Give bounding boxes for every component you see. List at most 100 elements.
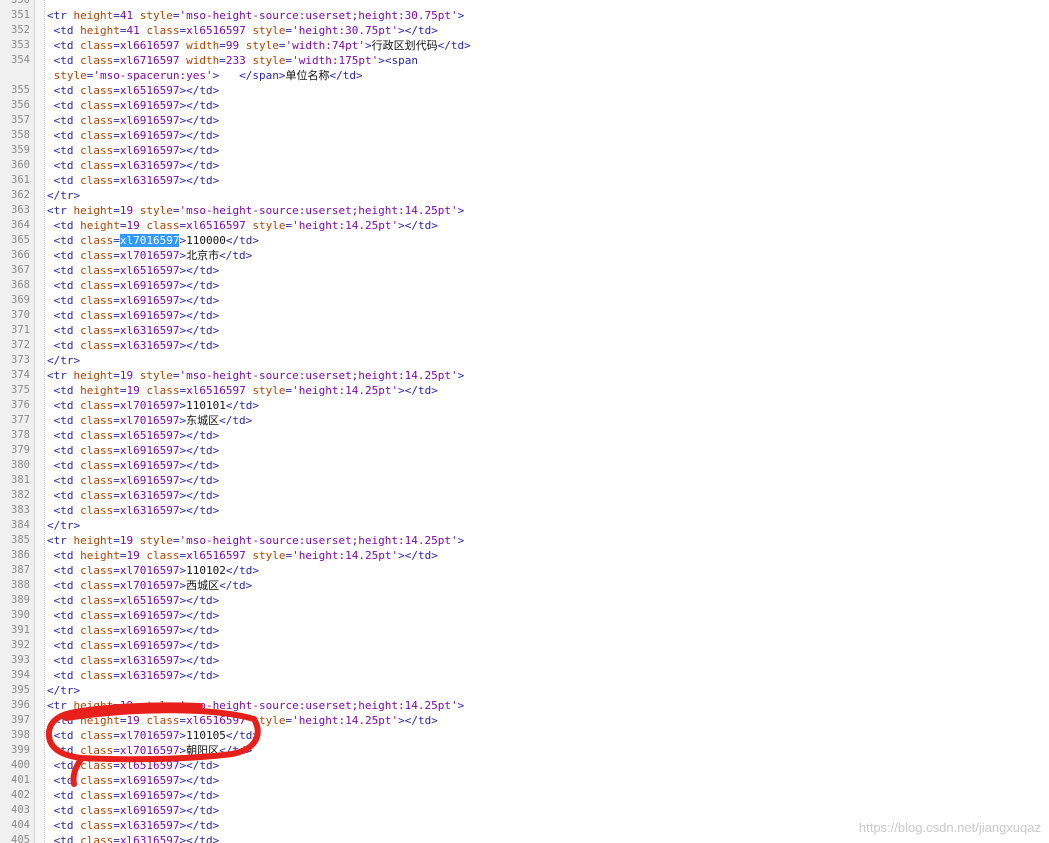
- code-line[interactable]: 361 <td class=xl6316597></td>: [0, 173, 1049, 188]
- code-text[interactable]: <td class=xl6516597></td>: [47, 593, 220, 608]
- code-line[interactable]: 385 <tr height=19 style='mso-height-sourc…: [0, 533, 1049, 548]
- code-text[interactable]: <td height=41 class=xl6516597 style='hei…: [47, 23, 438, 38]
- code-text[interactable]: <td height=19 class=xl6516597 style='hei…: [47, 713, 438, 728]
- code-line[interactable]: 380 <td class=xl6916597></td>: [0, 458, 1049, 473]
- code-text[interactable]: <td class=xl6516597></td>: [47, 758, 220, 773]
- code-text[interactable]: <tr height=19 style='mso-height-source:u…: [47, 368, 464, 383]
- code-text[interactable]: <td class=xl6316597></td>: [47, 338, 220, 353]
- code-text[interactable]: <td class=xl6916597></td>: [47, 623, 220, 638]
- code-text[interactable]: <td class=xl6916597></td>: [47, 308, 220, 323]
- code-line[interactable]: 356 <td class=xl6916597></td>: [0, 98, 1049, 113]
- code-line[interactable]: 396 <tr height=19 style='mso-height-sourc…: [0, 698, 1049, 713]
- code-line[interactable]: 354 <td class=xl6716597 width=233 style=…: [0, 53, 1049, 68]
- code-text[interactable]: </tr>: [47, 353, 80, 368]
- code-line[interactable]: 374 <tr height=19 style='mso-height-sourc…: [0, 368, 1049, 383]
- code-text[interactable]: <td class=xl6516597></td>: [47, 263, 220, 278]
- code-text[interactable]: <td class=xl6616597 width=99 style='widt…: [47, 38, 471, 53]
- code-line[interactable]: 389 <td class=xl6516597></td>: [0, 593, 1049, 608]
- code-line[interactable]: 382 <td class=xl6316597></td>: [0, 488, 1049, 503]
- code-text[interactable]: <td class=xl6316597></td>: [47, 488, 220, 503]
- code-line[interactable]: 353 <td class=xl6616597 width=99 style='…: [0, 38, 1049, 53]
- code-text[interactable]: <td class=xl6316597></td>: [47, 833, 220, 843]
- code-line[interactable]: 390 <td class=xl6916597></td>: [0, 608, 1049, 623]
- code-line[interactable]: 399 <td class=xl7016597>朝阳区</td>: [0, 743, 1049, 758]
- code-line[interactable]: 393 <td class=xl6316597></td>: [0, 653, 1049, 668]
- code-line[interactable]: 403 <td class=xl6916597></td>: [0, 803, 1049, 818]
- code-text[interactable]: <td class=xl6316597></td>: [47, 503, 220, 518]
- code-text[interactable]: <td class=xl6316597></td>: [47, 668, 220, 683]
- code-text[interactable]: <td class=xl6916597></td>: [47, 293, 220, 308]
- code-text[interactable]: </tr>: [47, 518, 80, 533]
- code-line[interactable]: 370 <td class=xl6916597></td>: [0, 308, 1049, 323]
- code-text[interactable]: style='mso-spacerun:yes'> </span>单位名称</t…: [47, 68, 363, 83]
- code-text[interactable]: <td class=xl6916597></td>: [47, 128, 220, 143]
- code-line[interactable]: 376 <td class=xl7016597>110101</td>: [0, 398, 1049, 413]
- code-text[interactable]: <td class=xl6916597></td>: [47, 443, 220, 458]
- code-text[interactable]: <td class=xl7016597>110000</td>: [47, 233, 259, 248]
- code-line[interactable]: 358 <td class=xl6916597></td>: [0, 128, 1049, 143]
- code-text[interactable]: <td height=19 class=xl6516597 style='hei…: [47, 548, 438, 563]
- code-line[interactable]: 381 <td class=xl6916597></td>: [0, 473, 1049, 488]
- code-text[interactable]: <td class=xl6316597></td>: [47, 818, 220, 833]
- code-text[interactable]: <td class=xl7016597>110102</td>: [47, 563, 259, 578]
- code-text[interactable]: <td class=xl6916597></td>: [47, 473, 220, 488]
- code-line[interactable]: 391 <td class=xl6916597></td>: [0, 623, 1049, 638]
- code-line[interactable]: 355 <td class=xl6516597></td>: [0, 83, 1049, 98]
- code-text[interactable]: <td class=xl6316597></td>: [47, 653, 220, 668]
- code-line[interactable]: 373 </tr>: [0, 353, 1049, 368]
- code-line[interactable]: 395 </tr>: [0, 683, 1049, 698]
- code-line[interactable]: 379 <td class=xl6916597></td>: [0, 443, 1049, 458]
- code-line[interactable]: 363 <tr height=19 style='mso-height-sourc…: [0, 203, 1049, 218]
- code-line[interactable]: 368 <td class=xl6916597></td>: [0, 278, 1049, 293]
- code-text[interactable]: <td class=xl6916597></td>: [47, 788, 220, 803]
- code-line[interactable]: 387 <td class=xl7016597>110102</td>: [0, 563, 1049, 578]
- code-line[interactable]: 401 <td class=xl6916597></td>: [0, 773, 1049, 788]
- code-line[interactable]: 398 <td class=xl7016597>110105</td>: [0, 728, 1049, 743]
- code-line[interactable]: 366 <td class=xl7016597>北京市</td>: [0, 248, 1049, 263]
- code-line[interactable]: 397 <td height=19 class=xl6516597 style=…: [0, 713, 1049, 728]
- code-text[interactable]: <td class=xl7016597>东城区</td>: [47, 413, 253, 428]
- code-line[interactable]: 394 <td class=xl6316597></td>: [0, 668, 1049, 683]
- code-line[interactable]: 377 <td class=xl7016597>东城区</td>: [0, 413, 1049, 428]
- code-line[interactable]: 383 <td class=xl6316597></td>: [0, 503, 1049, 518]
- code-line[interactable]: 365 <td class=xl7016597>110000</td>: [0, 233, 1049, 248]
- code-line[interactable]: 371 <td class=xl6316597></td>: [0, 323, 1049, 338]
- code-lines[interactable]: 350 351 <tr height=41 style='mso-height-so…: [0, 0, 1049, 843]
- code-text[interactable]: <td class=xl7016597>110105</td>: [47, 728, 259, 743]
- code-text[interactable]: <td height=19 class=xl6516597 style='hei…: [47, 218, 438, 233]
- code-text[interactable]: <td class=xl7016597>北京市</td>: [47, 248, 253, 263]
- code-text[interactable]: <tr height=41 style='mso-height-source:u…: [47, 8, 464, 23]
- code-line[interactable]: 400 <td class=xl6516597></td>: [0, 758, 1049, 773]
- code-text[interactable]: <td class=xl6316597></td>: [47, 173, 220, 188]
- code-text[interactable]: <td class=xl6916597></td>: [47, 638, 220, 653]
- code-text[interactable]: <td class=xl6516597></td>: [47, 428, 220, 443]
- code-line[interactable]: 386 <td height=19 class=xl6516597 style=…: [0, 548, 1049, 563]
- code-line[interactable]: 384 </tr>: [0, 518, 1049, 533]
- code-text[interactable]: <td class=xl6916597></td>: [47, 458, 220, 473]
- code-line[interactable]: 351 <tr height=41 style='mso-height-sourc…: [0, 8, 1049, 23]
- code-line[interactable]: 364 <td height=19 class=xl6516597 style=…: [0, 218, 1049, 233]
- code-text[interactable]: <td class=xl7016597>110101</td>: [47, 398, 259, 413]
- code-text[interactable]: <td class=xl6916597></td>: [47, 773, 220, 788]
- code-editor[interactable]: 350 351 <tr height=41 style='mso-height-so…: [0, 0, 1049, 843]
- code-line[interactable]: 375 <td height=19 class=xl6516597 style=…: [0, 383, 1049, 398]
- code-text[interactable]: <td class=xl6316597></td>: [47, 158, 220, 173]
- code-text[interactable]: <tr height=19 style='mso-height-source:u…: [47, 533, 464, 548]
- code-line[interactable]: style='mso-spacerun:yes'> </span>单位名称</t…: [0, 68, 1049, 83]
- code-text[interactable]: <td class=xl6516597></td>: [47, 83, 220, 98]
- code-line[interactable]: 402 <td class=xl6916597></td>: [0, 788, 1049, 803]
- code-text[interactable]: <td class=xl6316597></td>: [47, 323, 220, 338]
- code-text[interactable]: <td class=xl6916597></td>: [47, 278, 220, 293]
- code-line[interactable]: 392 <td class=xl6916597></td>: [0, 638, 1049, 653]
- code-line[interactable]: 357 <td class=xl6916597></td>: [0, 113, 1049, 128]
- code-line[interactable]: 378 <td class=xl6516597></td>: [0, 428, 1049, 443]
- code-line[interactable]: 359 <td class=xl6916597></td>: [0, 143, 1049, 158]
- code-line[interactable]: 367 <td class=xl6516597></td>: [0, 263, 1049, 278]
- code-line[interactable]: 372 <td class=xl6316597></td>: [0, 338, 1049, 353]
- code-text[interactable]: <td class=xl7016597>西城区</td>: [47, 578, 253, 593]
- code-text[interactable]: <td class=xl6716597 width=233 style='wid…: [47, 53, 418, 68]
- code-text[interactable]: <td class=xl6916597></td>: [47, 98, 220, 113]
- code-text[interactable]: <td class=xl6916597></td>: [47, 143, 220, 158]
- code-line[interactable]: 352 <td height=41 class=xl6516597 style=…: [0, 23, 1049, 38]
- code-text[interactable]: <tr height=19 style='mso-height-source:u…: [47, 698, 464, 713]
